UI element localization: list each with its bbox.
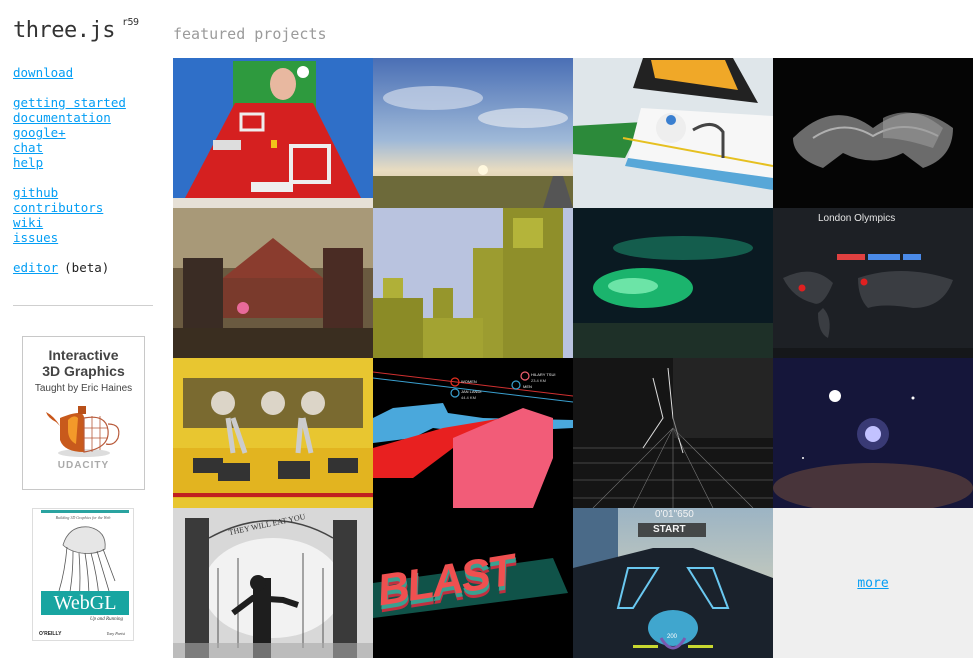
nav-link-google-plus[interactable]: google+ <box>13 125 66 140</box>
book-publisher: O'REILLY <box>39 631 62 637</box>
project-thumbnail-light-grid <box>573 358 773 508</box>
nav-group-community: github contributors wiki issues <box>13 185 103 245</box>
book-subtitle: Up and Running <box>89 617 123 622</box>
project-thumbnail-ball-game <box>573 58 773 208</box>
nav-group-download: download <box>13 65 73 80</box>
project-tile-voxel-trees[interactable] <box>373 208 573 358</box>
project-thumbnail-zombie-gate <box>173 508 373 658</box>
nav-group-docs: getting started documentation google+ ch… <box>13 95 126 170</box>
udacity-brand: UDACITY <box>57 460 110 471</box>
project-thumbnail-aurora <box>573 208 773 358</box>
marathon-label-hilary-km: 23.4 KM <box>531 378 546 383</box>
udacity-ad-subtitle: Taught by Eric Haines <box>34 383 133 394</box>
book-title: WebGL <box>41 591 129 615</box>
project-tile-architectural-roof[interactable] <box>773 58 973 208</box>
revision-label: r59 <box>121 17 139 28</box>
project-tile-london-olympics[interactable]: London Olympics <box>773 208 973 358</box>
book-tagline: Building 3D Graphics for the Web <box>55 515 111 520</box>
project-tile-circus-scene[interactable] <box>173 208 373 358</box>
projects-grid: London Olympics WOMEN JAN LANDI 44.4 KM … <box>173 58 973 658</box>
nav-group-editor: editor (beta) <box>13 260 109 275</box>
project-thumbnail-voxel-trees <box>373 208 573 358</box>
sidebar-divider <box>13 305 153 306</box>
udacity-ad-title-line1: Interactive <box>48 347 119 363</box>
marathon-label-runner-km: 44.4 KM <box>461 395 476 400</box>
nav-link-documentation[interactable]: documentation <box>13 110 111 125</box>
sidebar: three.js r59 download getting started doc… <box>0 0 170 668</box>
project-thumbnail-webcam-pong <box>173 58 373 208</box>
racing-timer: 0'01"650 <box>655 509 694 520</box>
teapot-icon <box>45 406 119 457</box>
webgl-book-ad[interactable]: Building 3D Graphics for the Web WebGL U… <box>32 508 134 641</box>
site-title-text: three.js <box>13 18 115 43</box>
olympics-caption: London Olympics <box>818 213 896 224</box>
project-tile-aurora[interactable] <box>573 208 773 358</box>
nav-link-download[interactable]: download <box>13 65 73 80</box>
project-tile-nebula[interactable] <box>773 358 973 508</box>
project-tile-zombie-gate[interactable]: THEY WILL EAT YOU <box>173 508 373 658</box>
nav-link-github[interactable]: github <box>13 185 58 200</box>
project-tile-racing-game[interactable]: 0'01"650 START 200 <box>573 508 773 658</box>
nav-link-contributors[interactable]: contributors <box>13 200 103 215</box>
book-author: Tony Parisi <box>106 631 125 636</box>
project-thumbnail-nebula <box>773 358 973 508</box>
project-tile-marathon-map[interactable]: WOMEN JAN LANDI 44.4 KM HILARY TSUI 23.4… <box>373 358 573 508</box>
nav-link-editor[interactable]: editor <box>13 260 58 275</box>
udacity-ad-title-line2: 3D Graphics <box>42 363 125 379</box>
nav-link-help[interactable]: help <box>13 155 43 170</box>
udacity-course-ad[interactable]: Interactive 3D Graphics Taught by Eric H… <box>22 336 145 490</box>
project-tile-sky-landscape[interactable] <box>373 58 573 208</box>
project-tile-blast-logo[interactable]: BLAST <box>373 508 573 658</box>
project-thumbnail-architectural-roof <box>773 58 973 208</box>
nav-link-getting-started[interactable]: getting started <box>13 95 126 110</box>
editor-beta-label: (beta) <box>64 260 110 275</box>
marathon-label-women: WOMEN <box>461 379 477 384</box>
racing-start-banner: START <box>653 524 686 535</box>
nav-link-wiki[interactable]: wiki <box>13 215 43 230</box>
nav-link-chat[interactable]: chat <box>13 140 43 155</box>
project-thumbnail-sky-landscape <box>373 58 573 208</box>
more-projects-tile[interactable]: more <box>773 508 973 658</box>
project-thumbnail-drum-machine <box>173 358 373 508</box>
book-top-bar <box>41 510 129 513</box>
nav-link-issues[interactable]: issues <box>13 230 58 245</box>
project-tile-drum-machine[interactable] <box>173 358 373 508</box>
site-title: three.js r59 <box>13 17 139 43</box>
udacity-ad-title: Interactive 3D Graphics <box>23 347 144 379</box>
project-tile-light-grid[interactable] <box>573 358 773 508</box>
marathon-label-men: MEN <box>523 384 532 389</box>
project-thumbnail-london-olympics <box>773 208 973 358</box>
marathon-label-runner: JAN LANDI <box>461 389 482 394</box>
project-tile-webcam-pong[interactable] <box>173 58 373 208</box>
marathon-label-hilary: HILARY TSUI <box>531 372 556 377</box>
more-projects-link[interactable]: more <box>857 576 888 591</box>
project-tile-ball-game[interactable] <box>573 58 773 208</box>
project-thumbnail-circus-scene <box>173 208 373 358</box>
featured-projects-heading: featured projects <box>173 25 327 43</box>
racing-speed: 200 <box>667 634 678 640</box>
